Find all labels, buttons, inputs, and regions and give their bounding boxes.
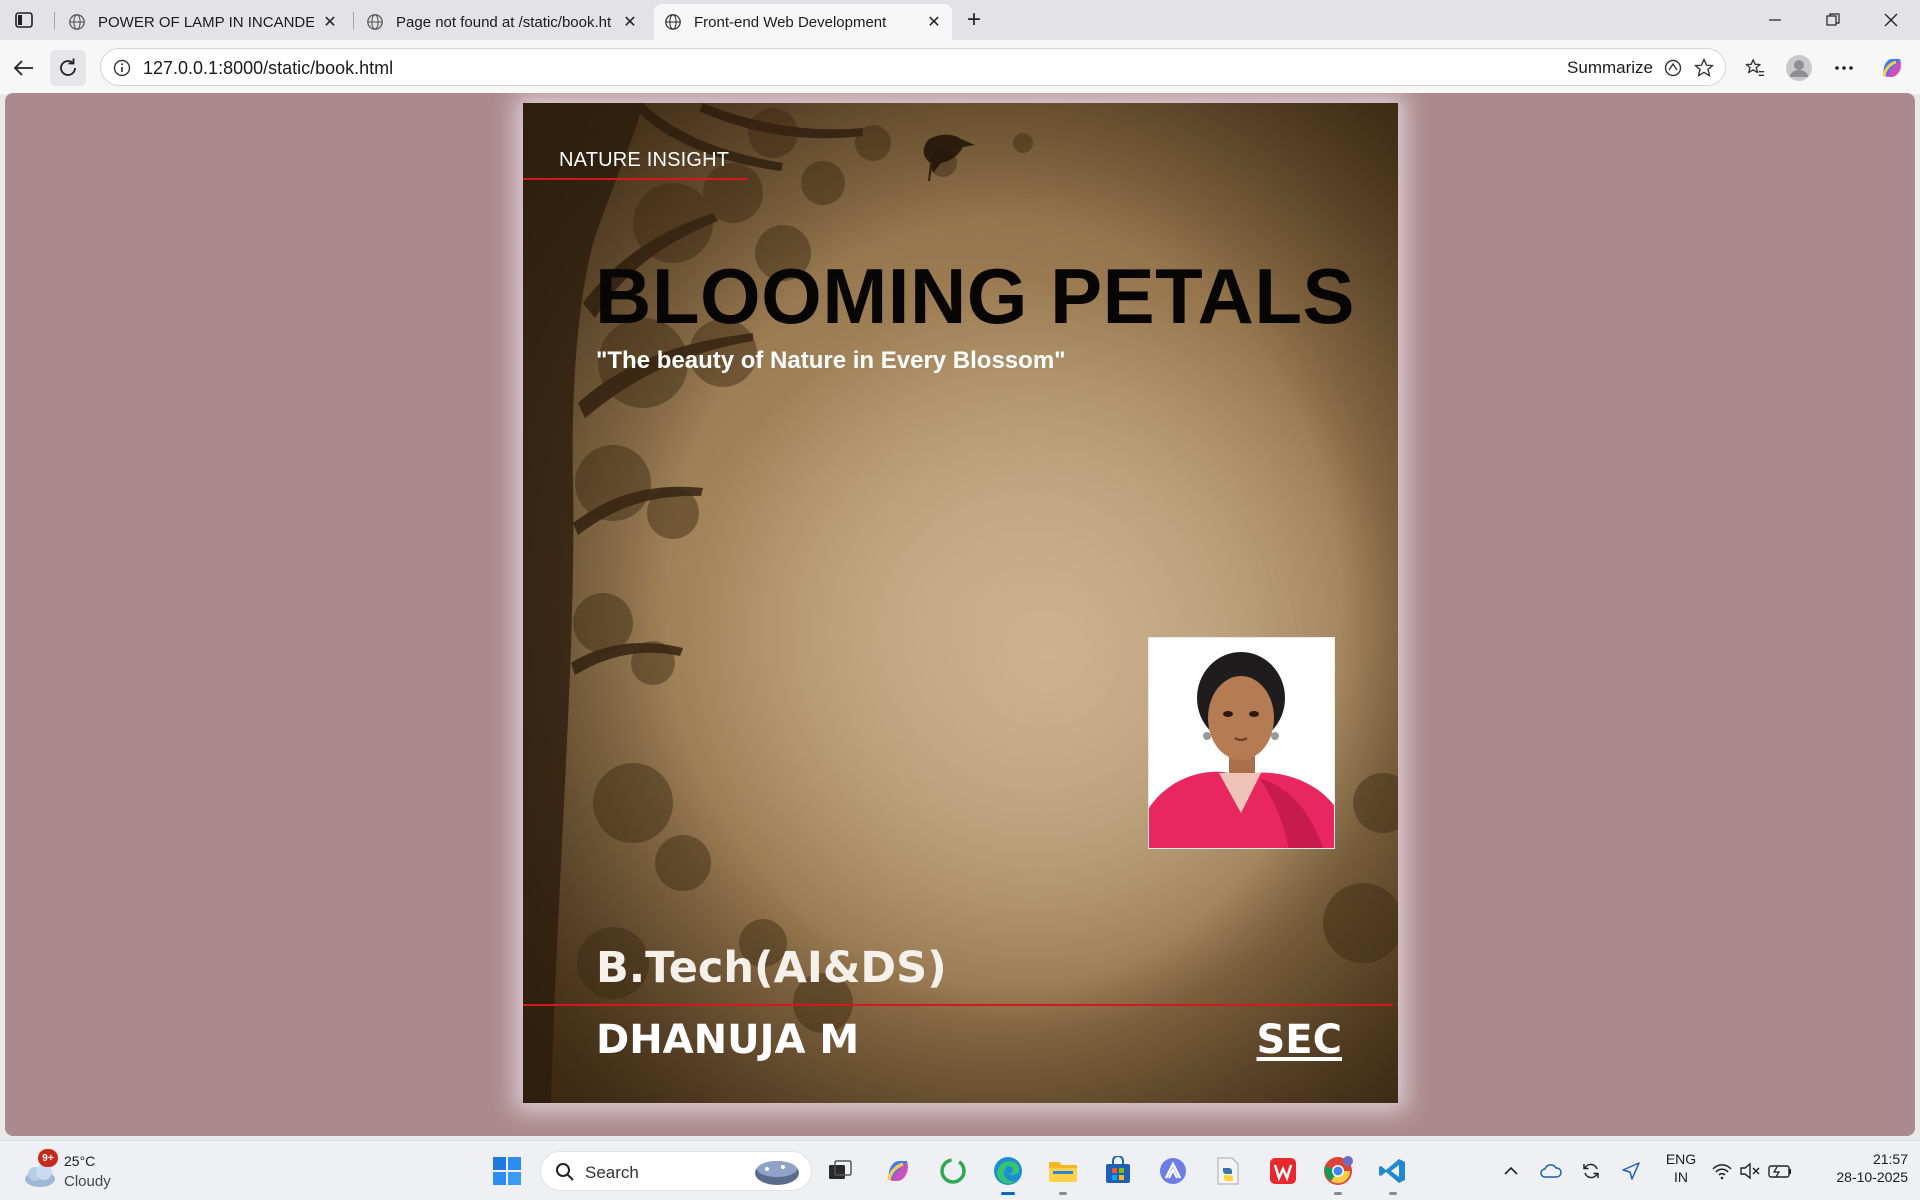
language-code: ENG bbox=[1665, 1151, 1697, 1167]
wps-office-icon[interactable] bbox=[1263, 1151, 1303, 1191]
close-window-icon[interactable] bbox=[1862, 0, 1920, 40]
favorite-star-icon[interactable] bbox=[1693, 57, 1715, 79]
summarize-button[interactable]: Summarize bbox=[1567, 58, 1683, 78]
summarize-label: Summarize bbox=[1567, 58, 1653, 77]
volume-muted-icon bbox=[1740, 1162, 1760, 1180]
clock-time: 21:57 bbox=[1872, 1151, 1908, 1167]
microsoft-store-icon[interactable] bbox=[1098, 1151, 1138, 1191]
college-link[interactable]: SEC bbox=[1257, 1017, 1343, 1063]
tab-power-of-lamp[interactable]: POWER OF LAMP IN INCANDESC ✕ bbox=[58, 4, 348, 40]
wifi-icon bbox=[1712, 1164, 1732, 1180]
weather-temperature: 25°C bbox=[64, 1153, 96, 1169]
tab-title: Page not found at /static/book.ht bbox=[396, 13, 612, 31]
close-tab-icon[interactable]: ✕ bbox=[622, 14, 638, 31]
clock-date: 28-10-2025 bbox=[1836, 1169, 1908, 1185]
degree-text: B.Tech(AI&DS) bbox=[596, 943, 947, 993]
globe-icon bbox=[69, 14, 85, 30]
book-title: BLOOMING PETALS bbox=[595, 252, 1356, 340]
series-underline bbox=[523, 178, 748, 180]
bottom-divider bbox=[523, 1004, 1393, 1006]
globe-icon bbox=[367, 14, 383, 30]
new-tab-icon[interactable]: + bbox=[960, 6, 988, 33]
language-indicator[interactable]: ENG IN bbox=[1658, 1151, 1704, 1185]
refresh-icon[interactable] bbox=[50, 50, 86, 86]
region-code: IN bbox=[1674, 1169, 1688, 1185]
profile-avatar-icon[interactable] bbox=[1781, 50, 1817, 86]
address-bar[interactable]: 127.0.0.1:8000/static/book.html Summariz… bbox=[100, 48, 1726, 86]
chevron-up-icon[interactable] bbox=[1493, 1151, 1529, 1191]
favorites-list-icon[interactable] bbox=[1737, 50, 1773, 86]
edge-browser-icon[interactable] bbox=[988, 1151, 1028, 1195]
notification-badge: 9+ bbox=[38, 1149, 58, 1167]
refresh-ring-app-icon[interactable] bbox=[933, 1151, 973, 1191]
book-subtitle: "The beauty of Nature in Every Blossom" bbox=[596, 347, 1066, 374]
page-viewport: NATURE INSIGHT BLOOMING PETALS "The beau… bbox=[5, 93, 1915, 1136]
onedrive-cloud-icon[interactable] bbox=[1533, 1151, 1569, 1191]
tab-page-not-found[interactable]: Page not found at /static/book.ht ✕ bbox=[356, 4, 648, 40]
weather-condition: Cloudy bbox=[64, 1173, 111, 1190]
tab-front-end-web-development[interactable]: Front-end Web Development ✕ bbox=[654, 4, 952, 40]
site-info-icon[interactable] bbox=[113, 59, 131, 77]
battery-icon bbox=[1768, 1165, 1791, 1178]
windows-taskbar: 9+ 25°C Cloudy Search ENG IN 21:57 28-10… bbox=[0, 1140, 1920, 1200]
taskbar-search[interactable]: Search bbox=[540, 1151, 812, 1191]
tab-actions-icon[interactable] bbox=[12, 9, 36, 31]
chrome-browser-icon[interactable] bbox=[1318, 1151, 1358, 1195]
summarize-icon bbox=[1664, 59, 1682, 77]
location-arrow-icon[interactable] bbox=[1613, 1151, 1649, 1191]
copilot-app-icon[interactable] bbox=[878, 1151, 918, 1191]
author-photo bbox=[1148, 637, 1335, 849]
copilot-icon[interactable] bbox=[1874, 50, 1910, 86]
series-label: NATURE INSIGHT bbox=[559, 149, 730, 171]
task-view-icon[interactable] bbox=[820, 1151, 860, 1191]
url-text: 127.0.0.1:8000/static/book.html bbox=[143, 58, 394, 78]
close-tab-icon[interactable]: ✕ bbox=[322, 14, 338, 31]
python-file-icon[interactable] bbox=[1208, 1151, 1248, 1191]
more-options-icon[interactable] bbox=[1826, 50, 1862, 86]
tab-title: Front-end Web Development bbox=[694, 13, 887, 31]
author-name: DHANUJA M bbox=[596, 1017, 860, 1063]
restore-icon[interactable] bbox=[1804, 0, 1862, 40]
search-highlight-icon bbox=[755, 1161, 799, 1185]
weather-widget[interactable]: 9+ 25°C Cloudy bbox=[20, 1149, 130, 1193]
browser-toolbar: 127.0.0.1:8000/static/book.html Summariz… bbox=[0, 40, 1920, 94]
clock[interactable]: 21:57 28-10-2025 bbox=[1808, 1151, 1908, 1185]
ai-app-icon[interactable] bbox=[1153, 1151, 1193, 1191]
start-windows-icon[interactable] bbox=[487, 1151, 527, 1191]
file-explorer-icon[interactable] bbox=[1043, 1151, 1083, 1195]
search-icon bbox=[556, 1163, 574, 1181]
sync-icon[interactable] bbox=[1573, 1151, 1609, 1191]
book-cover: NATURE INSIGHT BLOOMING PETALS "The beau… bbox=[523, 103, 1398, 1103]
globe-icon bbox=[665, 14, 681, 30]
minimize-icon[interactable] bbox=[1746, 0, 1804, 40]
close-tab-icon[interactable]: ✕ bbox=[926, 14, 942, 31]
tab-title: POWER OF LAMP IN INCANDESC bbox=[98, 13, 314, 31]
search-label: Search bbox=[585, 1163, 639, 1182]
tab-strip: POWER OF LAMP IN INCANDESC ✕ Page not fo… bbox=[0, 0, 1920, 40]
network-volume-battery-group[interactable] bbox=[1708, 1151, 1798, 1191]
vscode-icon[interactable] bbox=[1373, 1151, 1413, 1195]
back-icon[interactable] bbox=[6, 50, 42, 86]
